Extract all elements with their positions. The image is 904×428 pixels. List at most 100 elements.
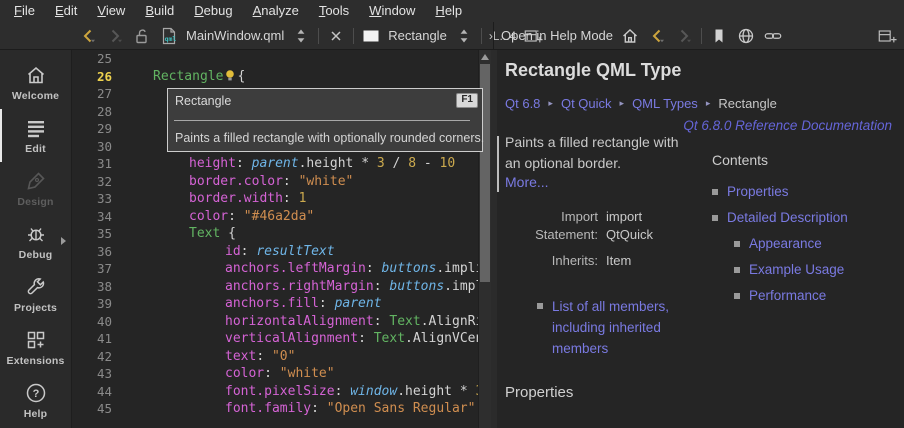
menu-window[interactable]: Window (359, 1, 425, 21)
contents-link-properties[interactable]: Properties (727, 184, 789, 199)
more-link[interactable]: More... (505, 174, 549, 190)
menu-analyze[interactable]: Analyze (243, 1, 309, 21)
menu-view[interactable]: View (87, 1, 135, 21)
all-members-link[interactable]: List of all members, including inherited… (552, 296, 709, 359)
help-forward-icon[interactable] (674, 26, 694, 46)
code-line-38[interactable]: 38anchors.rightMargin: buttons.impl (72, 278, 478, 296)
line-number[interactable]: 30 (72, 138, 112, 156)
scrollbar-up-arrow-icon[interactable] (481, 54, 489, 60)
sidebar-item-extensions[interactable]: Extensions (0, 321, 71, 374)
help-toolbar: Open in Help Mode (501, 22, 904, 49)
line-number[interactable]: 28 (72, 103, 112, 121)
doc-reference: Qt 6.8.0 Reference Documentation (683, 118, 892, 133)
line-number[interactable]: 34 (72, 208, 112, 226)
menu-help[interactable]: Help (425, 1, 472, 21)
sidebar-item-debug[interactable]: Debug (0, 215, 71, 268)
line-number[interactable]: 35 (72, 225, 112, 243)
code-line-25[interactable]: 25 (72, 50, 478, 68)
bullet-square-icon (537, 303, 543, 309)
line-number[interactable]: 33 (72, 190, 112, 208)
contents-link-example-usage[interactable]: Example Usage (749, 262, 844, 277)
home-icon[interactable] (620, 26, 640, 46)
code-editor-pane[interactable]: 2526Rectangle{2728293031height: parent.h… (72, 50, 491, 428)
tooltip-f1-button[interactable]: F1 (456, 93, 478, 108)
code-line-32[interactable]: 32 border.color: "white" (72, 173, 478, 191)
globe-icon[interactable] (736, 26, 756, 46)
properties-section-heading: Properties (505, 384, 573, 401)
code-line-44[interactable]: 44 font.pixelSize: window.height * 3 (72, 383, 478, 401)
lock-icon[interactable] (132, 26, 152, 46)
code-line-35[interactable]: 35Text { (72, 225, 478, 243)
back-icon[interactable] (78, 26, 98, 46)
close-document-icon[interactable] (326, 26, 346, 46)
line-number[interactable]: 44 (72, 383, 112, 401)
debug-submenu-arrow-icon[interactable] (61, 237, 66, 245)
code-line-31[interactable]: 31height: parent.height * 3 / 8 - 10 (72, 155, 478, 173)
code-line-26[interactable]: 26Rectangle{ (72, 68, 478, 86)
breadcrumb-qml-types[interactable]: QML Types (632, 96, 698, 111)
open-document-selector[interactable]: MainWindow.qml (186, 28, 284, 43)
contents-link-appearance[interactable]: Appearance (749, 236, 822, 251)
lightbulb-icon[interactable] (223, 69, 237, 84)
line-number[interactable]: 42 (72, 348, 112, 366)
symbol-dropdown-icon[interactable] (454, 26, 474, 46)
line-number[interactable]: 29 (72, 120, 112, 138)
line-number[interactable]: 40 (72, 313, 112, 331)
line-number[interactable]: 26 (72, 68, 112, 86)
symbol-selector[interactable]: Rectangle (388, 28, 447, 43)
help-scrollbar-thumb[interactable] (497, 136, 499, 192)
menu-file[interactable]: File (4, 1, 45, 21)
line-number[interactable]: 36 (72, 243, 112, 261)
code-line-43[interactable]: 43color: "white" (72, 365, 478, 383)
line-number[interactable]: 39 (72, 295, 112, 313)
line-number[interactable]: 32 (72, 173, 112, 191)
import-statement-label: Import Statement: (497, 208, 598, 244)
breadcrumb-qt-6-8[interactable]: Qt 6.8 (505, 96, 540, 111)
inherits-link[interactable]: Item (606, 252, 676, 270)
bookmark-icon[interactable] (709, 26, 729, 46)
page-title: Rectangle QML Type (505, 60, 681, 81)
contents-item: Performance (712, 282, 848, 308)
line-number[interactable]: 38 (72, 278, 112, 296)
open-in-help-mode-button[interactable]: Open in Help Mode (501, 28, 613, 43)
contents-link-detailed-description[interactable]: Detailed Description (727, 210, 848, 225)
code-line-33[interactable]: 33border.width: 1 (72, 190, 478, 208)
line-number[interactable]: 31 (72, 155, 112, 173)
code-line-42[interactable]: 42text: "0" (72, 348, 478, 366)
code-line-37[interactable]: 37anchors.leftMargin: buttons.impli (72, 260, 478, 278)
menu-edit[interactable]: Edit (45, 1, 87, 21)
code-text: border.color: "white" (117, 173, 353, 191)
code-line-45[interactable]: 45font.family: "Open Sans Regular" (72, 400, 478, 418)
breadcrumb-qt-quick[interactable]: Qt Quick (561, 96, 612, 111)
help-back-icon[interactable] (647, 26, 667, 46)
menu-debug[interactable]: Debug (184, 1, 242, 21)
code-line-36[interactable]: 36id: resultText (72, 243, 478, 261)
menu-build[interactable]: Build (135, 1, 184, 21)
line-number[interactable]: 45 (72, 400, 112, 418)
line-number[interactable]: 43 (72, 365, 112, 383)
bullet-square-icon (734, 267, 740, 273)
sidebar-item-welcome[interactable]: Welcome (0, 56, 71, 109)
breadcrumb-separator-icon: ▸ (620, 98, 625, 109)
forward-icon[interactable] (105, 26, 125, 46)
code-line-34[interactable]: 34color: "#46a2da" (72, 208, 478, 226)
code-line-40[interactable]: 40horizontalAlignment: Text.AlignRi (72, 313, 478, 331)
sidebar-item-help[interactable]: ? Help (0, 374, 71, 427)
code-text: font.pixelSize: window.height * 3 (117, 383, 478, 401)
sidebar-item-edit[interactable]: Edit (0, 109, 71, 162)
line-number[interactable]: 27 (72, 85, 112, 103)
code-line-39[interactable]: 39anchors.fill: parent (72, 295, 478, 313)
contents-link-performance[interactable]: Performance (749, 288, 826, 303)
document-dropdown-icon[interactable] (291, 26, 311, 46)
split-help-icon[interactable] (877, 26, 897, 46)
sidebar-item-projects[interactable]: Projects (0, 268, 71, 321)
menu-tools[interactable]: Tools (309, 1, 359, 21)
line-number[interactable]: 25 (72, 50, 112, 68)
question-icon: ? (24, 381, 48, 405)
code-line-41[interactable]: 41verticalAlignment: Text.AlignVCen (72, 330, 478, 348)
breadcrumb-rectangle: Rectangle (718, 96, 777, 111)
link-icon[interactable] (763, 26, 783, 46)
wrench-icon (24, 275, 48, 299)
line-number[interactable]: 37 (72, 260, 112, 278)
line-number[interactable]: 41 (72, 330, 112, 348)
